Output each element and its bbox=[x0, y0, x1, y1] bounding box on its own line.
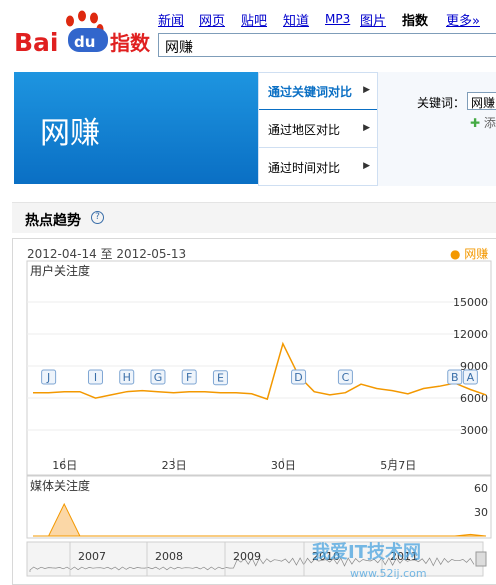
event-marker-label: E bbox=[217, 372, 224, 385]
event-marker-label: H bbox=[123, 371, 131, 384]
event-marker-label: I bbox=[94, 371, 97, 384]
event-marker-b[interactable]: B bbox=[447, 369, 463, 385]
y-tick-label: 12000 bbox=[453, 328, 488, 341]
event-marker-label: F bbox=[186, 371, 192, 384]
event-marker-label: D bbox=[294, 371, 302, 384]
event-marker-d[interactable]: D bbox=[291, 369, 307, 385]
timeline-year: 2007 bbox=[78, 550, 106, 563]
event-marker-label: G bbox=[154, 371, 163, 384]
panel-title: 用户关注度 bbox=[30, 263, 90, 278]
user-attention-frame bbox=[26, 260, 492, 476]
event-marker-a[interactable]: A bbox=[462, 369, 478, 385]
watermark-text: 我爱IT技术网 bbox=[312, 541, 421, 563]
event-marker-h[interactable]: H bbox=[119, 369, 135, 385]
event-marker-label: A bbox=[467, 371, 475, 384]
x-tick-label: 5月7日 bbox=[380, 459, 416, 472]
x-tick-label: 23日 bbox=[162, 459, 187, 472]
y-tick-label: 3000 bbox=[460, 424, 488, 437]
y-tick-label: 60 bbox=[474, 482, 488, 495]
trend-chart[interactable]: 用户关注度150001200090006000300016日 23日 30日 5月7日… bbox=[0, 0, 496, 585]
y-tick-label: 15000 bbox=[453, 296, 488, 309]
event-marker-label: B bbox=[451, 371, 459, 384]
timeline-handle bbox=[475, 551, 487, 567]
event-marker-c[interactable]: C bbox=[337, 369, 353, 385]
x-tick-label: 16日 bbox=[52, 459, 77, 472]
event-marker-e[interactable]: E bbox=[212, 370, 228, 386]
y-tick-label: 30 bbox=[474, 506, 488, 519]
event-marker-j[interactable]: J bbox=[41, 369, 57, 385]
event-marker-f[interactable]: F bbox=[181, 369, 197, 385]
event-marker-label: C bbox=[342, 371, 350, 384]
watermark-url: www.52ij.com bbox=[350, 567, 427, 580]
event-marker-i[interactable]: I bbox=[87, 369, 103, 385]
x-tick-label: 30日 bbox=[271, 459, 296, 472]
media-attention-frame bbox=[26, 475, 492, 539]
timeline-year: 2008 bbox=[155, 550, 183, 563]
event-marker-label: J bbox=[46, 371, 50, 384]
media-series-area bbox=[33, 502, 487, 537]
event-marker-g[interactable]: G bbox=[150, 369, 166, 385]
timeline-year: 2009 bbox=[233, 550, 261, 563]
panel-title: 媒体关注度 bbox=[30, 478, 90, 493]
